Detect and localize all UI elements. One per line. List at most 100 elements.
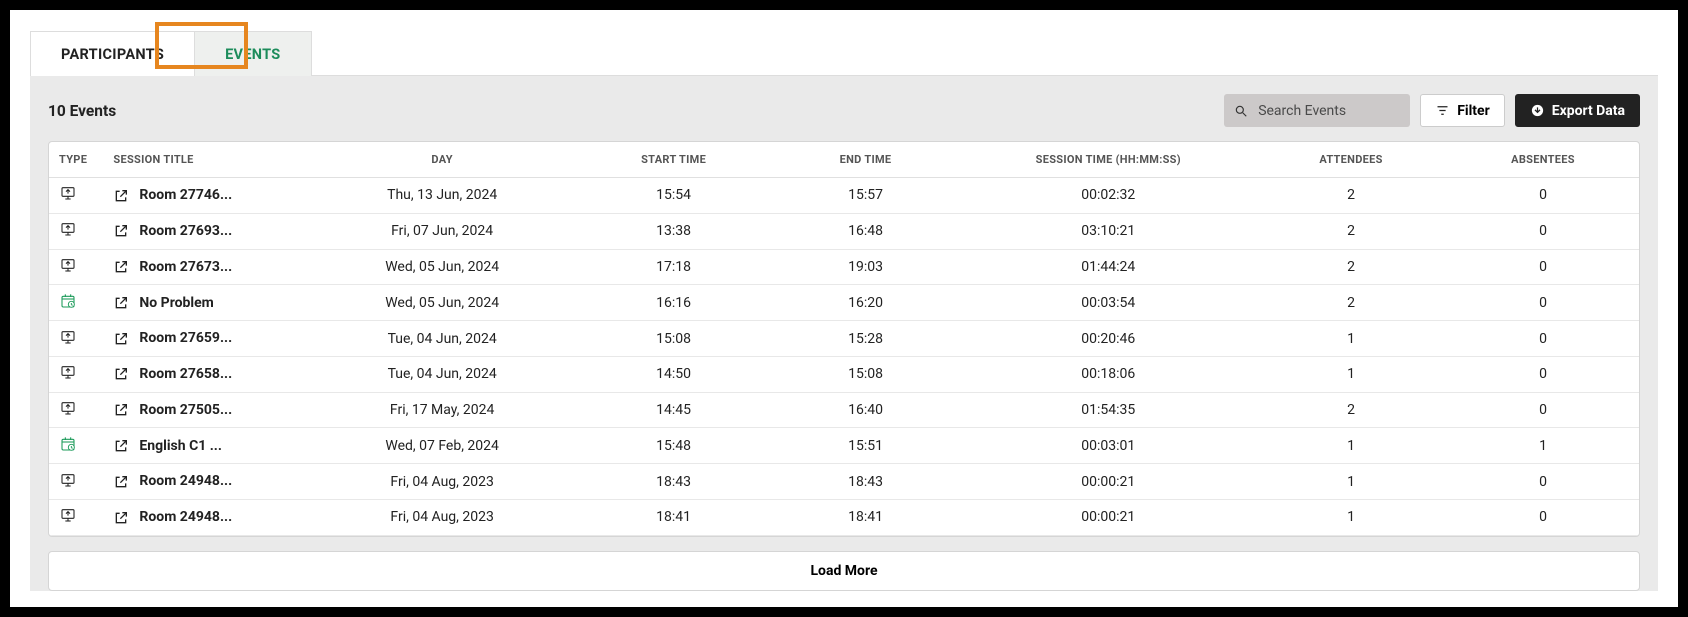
filter-icon bbox=[1435, 103, 1450, 118]
calendar-icon bbox=[59, 293, 77, 309]
content-area: 10 Events Search Events Filter Export Da… bbox=[30, 76, 1658, 591]
export-label: Export Data bbox=[1552, 103, 1625, 119]
cell-session-time: 00:20:46 bbox=[962, 321, 1256, 357]
cell-absentees: 0 bbox=[1447, 321, 1639, 357]
cell-session-title[interactable]: Room 27673... bbox=[103, 249, 306, 285]
cell-attendees: 1 bbox=[1255, 428, 1447, 464]
col-type: TYPE bbox=[49, 142, 103, 178]
cell-session-title[interactable]: Room 27659... bbox=[103, 321, 306, 357]
table-row[interactable]: Room 24948...Fri, 04 Aug, 202318:4318:43… bbox=[49, 464, 1639, 500]
table-row[interactable]: Room 27658... Tue, 04 Jun, 202414:5015:08… bbox=[49, 356, 1639, 392]
session-title-text: Room 27658... bbox=[139, 366, 232, 382]
calendar-icon bbox=[59, 436, 77, 452]
cell-end-time: 15:51 bbox=[770, 428, 962, 464]
col-day: DAY bbox=[307, 142, 578, 178]
external-link-icon bbox=[113, 438, 129, 454]
table-row[interactable]: Room 27505...Fri, 17 May, 202414:4516:40… bbox=[49, 392, 1639, 428]
cell-session-title[interactable]: No Problem bbox=[103, 285, 306, 321]
session-title-text: Room 27673... bbox=[139, 259, 232, 275]
screen-share-icon bbox=[59, 364, 77, 380]
cell-start-time: 15:48 bbox=[578, 428, 770, 464]
cell-day: Fri, 04 Aug, 2023 bbox=[307, 500, 578, 536]
col-start-time: START TIME bbox=[578, 142, 770, 178]
session-title-text: English C1 ... bbox=[139, 438, 222, 454]
cell-start-time: 14:45 bbox=[578, 392, 770, 428]
screen-share-icon bbox=[59, 185, 77, 201]
cell-attendees: 2 bbox=[1255, 178, 1447, 214]
filter-button[interactable]: Filter bbox=[1420, 94, 1505, 127]
cell-session-title[interactable]: Room 24948... bbox=[103, 500, 306, 536]
cell-type bbox=[49, 500, 103, 536]
cell-attendees: 2 bbox=[1255, 285, 1447, 321]
table-row[interactable]: English C1 ...Wed, 07 Feb, 202415:4815:5… bbox=[49, 428, 1639, 464]
cell-day: Wed, 05 Jun, 2024 bbox=[307, 285, 578, 321]
session-title-text: Room 27693... bbox=[139, 223, 232, 239]
cell-end-time: 16:48 bbox=[770, 213, 962, 249]
search-input[interactable]: Search Events bbox=[1224, 94, 1410, 127]
cell-end-time: 15:08 bbox=[770, 356, 962, 392]
cell-session-title[interactable]: Room 27505... bbox=[103, 392, 306, 428]
cell-type bbox=[49, 213, 103, 249]
col-session-title: SESSION TITLE bbox=[103, 142, 306, 178]
export-data-button[interactable]: Export Data bbox=[1515, 94, 1640, 127]
cell-absentees: 0 bbox=[1447, 285, 1639, 321]
cell-attendees: 1 bbox=[1255, 356, 1447, 392]
cell-attendees: 1 bbox=[1255, 500, 1447, 536]
events-table: TYPE SESSION TITLE DAY START TIME END TI… bbox=[48, 141, 1640, 537]
cell-start-time: 18:43 bbox=[578, 464, 770, 500]
cell-start-time: 13:38 bbox=[578, 213, 770, 249]
cell-session-title[interactable]: English C1 ... bbox=[103, 428, 306, 464]
tab-participants[interactable]: PARTICIPANTS bbox=[30, 31, 195, 76]
col-attendees: ATTENDEES bbox=[1255, 142, 1447, 178]
cell-session-time: 00:02:32 bbox=[962, 178, 1256, 214]
table-row[interactable]: Room 27746...Thu, 13 Jun, 202415:5415:57… bbox=[49, 178, 1639, 214]
screen-share-icon bbox=[59, 507, 77, 523]
cell-start-time: 14:50 bbox=[578, 356, 770, 392]
cell-day: Wed, 05 Jun, 2024 bbox=[307, 249, 578, 285]
screen-share-icon bbox=[59, 329, 77, 345]
cell-day: Fri, 04 Aug, 2023 bbox=[307, 464, 578, 500]
cell-end-time: 16:20 bbox=[770, 285, 962, 321]
col-absentees: ABSENTEES bbox=[1447, 142, 1639, 178]
cell-start-time: 16:16 bbox=[578, 285, 770, 321]
cell-attendees: 1 bbox=[1255, 464, 1447, 500]
table-row[interactable]: No ProblemWed, 05 Jun, 202416:1616:2000:… bbox=[49, 285, 1639, 321]
col-end-time: END TIME bbox=[770, 142, 962, 178]
tabs-bar: PARTICIPANTS EVENTS bbox=[30, 30, 1658, 76]
cell-attendees: 2 bbox=[1255, 249, 1447, 285]
cell-absentees: 0 bbox=[1447, 178, 1639, 214]
session-title-text: Room 27505... bbox=[139, 402, 232, 418]
load-more-button[interactable]: Load More bbox=[48, 551, 1640, 591]
tab-events[interactable]: EVENTS bbox=[195, 31, 311, 76]
cell-session-title[interactable]: Room 27658... bbox=[103, 356, 306, 392]
session-title-text: Room 27746... bbox=[139, 187, 232, 203]
cell-session-title[interactable]: Room 27693... bbox=[103, 213, 306, 249]
cell-absentees: 0 bbox=[1447, 464, 1639, 500]
cell-session-title[interactable]: Room 24948... bbox=[103, 464, 306, 500]
events-count-label: 10 Events bbox=[48, 102, 116, 120]
table-row[interactable]: Room 24948...Fri, 04 Aug, 202318:4118:41… bbox=[49, 500, 1639, 536]
table-row[interactable]: Room 27693...Fri, 07 Jun, 202413:3816:48… bbox=[49, 213, 1639, 249]
cell-attendees: 1 bbox=[1255, 321, 1447, 357]
cell-session-time: 00:18:06 bbox=[962, 356, 1256, 392]
cell-end-time: 18:43 bbox=[770, 464, 962, 500]
table-row[interactable]: Room 27659...Tue, 04 Jun, 202415:0815:28… bbox=[49, 321, 1639, 357]
cell-start-time: 15:54 bbox=[578, 178, 770, 214]
search-icon bbox=[1234, 104, 1248, 118]
cell-session-time: 01:44:24 bbox=[962, 249, 1256, 285]
cell-end-time: 15:28 bbox=[770, 321, 962, 357]
cell-absentees: 0 bbox=[1447, 213, 1639, 249]
table-row[interactable]: Room 27673...Wed, 05 Jun, 202417:1819:03… bbox=[49, 249, 1639, 285]
screen-share-icon bbox=[59, 400, 77, 416]
cell-session-time: 00:00:21 bbox=[962, 500, 1256, 536]
cell-absentees: 0 bbox=[1447, 500, 1639, 536]
cell-session-title[interactable]: Room 27746... bbox=[103, 178, 306, 214]
external-link-icon bbox=[113, 474, 129, 490]
external-link-icon bbox=[113, 188, 129, 204]
cell-day: Tue, 04 Jun, 2024 bbox=[307, 356, 578, 392]
cell-start-time: 15:08 bbox=[578, 321, 770, 357]
cell-attendees: 2 bbox=[1255, 392, 1447, 428]
search-placeholder: Search Events bbox=[1258, 103, 1346, 119]
cell-attendees: 2 bbox=[1255, 213, 1447, 249]
external-link-icon bbox=[113, 366, 129, 382]
